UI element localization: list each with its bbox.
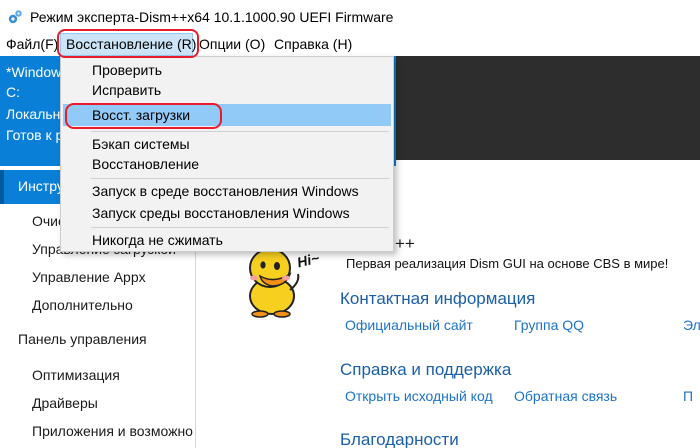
annotation-highlight-item — [65, 103, 222, 129]
info-status: Готов к р — [6, 127, 64, 143]
gear-app-icon — [8, 10, 22, 24]
restore-dropdown-menu: Проверить Исправить Восст. загрузки Бэка… — [60, 56, 394, 252]
menu-item-backup[interactable]: Бэкап системы — [92, 136, 190, 152]
menu-item-never-compress[interactable]: Никогда не сжимать — [92, 232, 223, 248]
official-site-link[interactable]: Официальный сайт — [345, 317, 473, 333]
sidebar-item-appx[interactable]: Управление Appx — [32, 269, 146, 285]
menu-item-recovery[interactable]: Восстановление — [92, 156, 199, 172]
sidebar-selection-marker — [0, 170, 4, 204]
window-title: Режим эксперта-Dism++x64 10.1.1000.90 UE… — [30, 9, 394, 25]
menu-separator — [91, 227, 389, 228]
info-os: *Windows — [6, 64, 69, 80]
menu-file[interactable]: Файл(F) — [6, 36, 58, 52]
feedback-link[interactable]: Обратная связь — [514, 388, 617, 404]
support-heading: Справка и поддержка — [340, 360, 512, 379]
open-source-link[interactable]: Открыть исходный код — [345, 388, 493, 404]
header-strip — [390, 56, 700, 160]
sidebar-item-additional[interactable]: Дополнительно — [32, 297, 133, 313]
menu-item-fix[interactable]: Исправить — [92, 82, 161, 98]
menu-help[interactable]: Справка (H) — [274, 36, 352, 52]
sidebar-item-apps[interactable]: Приложения и возможно — [32, 423, 193, 439]
support-link[interactable]: П — [683, 388, 693, 404]
menu-item-run-in-winre[interactable]: Запуск в среде восстановления Windows — [92, 183, 359, 199]
menu-separator — [91, 178, 389, 179]
sidebar-item-drivers[interactable]: Драйверы — [32, 395, 98, 411]
sidebar-group-control-panel[interactable]: Панель управления — [18, 331, 147, 347]
email-link[interactable]: Эл — [683, 317, 700, 333]
menu-options[interactable]: Опции (O) — [199, 36, 265, 52]
menu-item-run-winre[interactable]: Запуск среды восстановления Windows — [92, 205, 350, 221]
sidebar-item-optimize[interactable]: Оптимизация — [32, 367, 120, 383]
menu-item-check[interactable]: Проверить — [92, 62, 162, 78]
info-disk: Локальн — [6, 106, 61, 122]
qq-group-link[interactable]: Группа QQ — [514, 317, 584, 333]
info-drive: C: — [6, 84, 20, 100]
app-tagline: Первая реализация Dism GUI на основе CBS… — [346, 256, 669, 271]
thanks-heading: Благодарности — [340, 430, 459, 448]
menu-separator — [91, 131, 389, 132]
contact-heading: Контактная информация — [340, 289, 536, 308]
annotation-highlight-menu — [57, 29, 199, 58]
sidebar-item-tools-label: Инстру — [18, 178, 64, 194]
system-info-panel[interactable]: *Windows C: Локальн Готов к р — [0, 56, 68, 166]
app-name-fragment: ++ — [395, 234, 415, 253]
